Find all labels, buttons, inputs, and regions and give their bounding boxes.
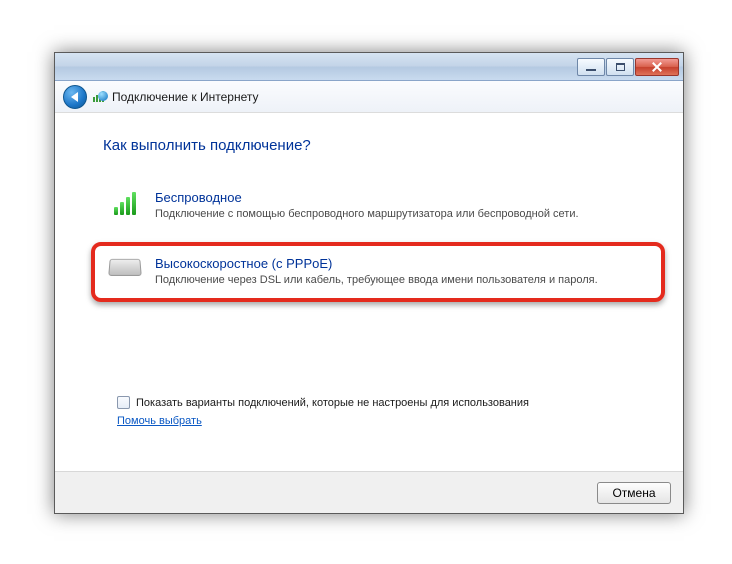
option-wireless-title: Беспроводное — [155, 190, 579, 205]
minimize-icon — [586, 69, 596, 71]
minimize-button[interactable] — [577, 58, 605, 76]
option-wireless-desc: Подключение с помощью беспроводного марш… — [155, 207, 579, 222]
nav-bar: Подключение к Интернету — [55, 81, 683, 113]
back-arrow-icon — [71, 92, 78, 102]
modem-icon — [108, 259, 142, 276]
option-pppoe-title: Высокоскоростное (с PPPoE) — [155, 256, 598, 271]
window-title-text: Подключение к Интернету — [112, 90, 259, 104]
signal-bars-icon — [114, 192, 136, 215]
show-options-row[interactable]: Показать варианты подключений, которые н… — [117, 396, 529, 409]
show-options-checkbox[interactable] — [117, 396, 130, 409]
option-pppoe-desc: Подключение через DSL или кабель, требую… — [155, 273, 598, 288]
show-options-label: Показать варианты подключений, которые н… — [136, 397, 529, 409]
content-area: Как выполнить подключение? Беспроводное … — [55, 113, 683, 471]
maximize-icon — [616, 63, 625, 71]
close-button[interactable] — [635, 58, 679, 76]
cancel-button[interactable]: Отмена — [597, 482, 671, 504]
footer: Отмена — [55, 471, 683, 513]
dialog-window: Подключение к Интернету Как выполнить по… — [54, 52, 684, 514]
globe-icon — [98, 91, 108, 101]
cancel-button-label: Отмена — [612, 486, 655, 500]
highlighted-option: Высокоскоростное (с PPPoE) Подключение ч… — [91, 242, 665, 302]
back-button[interactable] — [63, 85, 87, 109]
option-wireless[interactable]: Беспроводное Подключение с помощью беспр… — [103, 180, 653, 234]
page-heading: Как выполнить подключение? — [103, 137, 653, 154]
option-pppoe[interactable]: Высокоскоростное (с PPPoE) Подключение ч… — [107, 252, 649, 292]
titlebar — [55, 53, 683, 81]
close-icon — [651, 61, 663, 73]
maximize-button[interactable] — [606, 58, 634, 76]
window-title: Подключение к Интернету — [93, 90, 259, 104]
help-link[interactable]: Помочь выбрать — [117, 415, 202, 427]
